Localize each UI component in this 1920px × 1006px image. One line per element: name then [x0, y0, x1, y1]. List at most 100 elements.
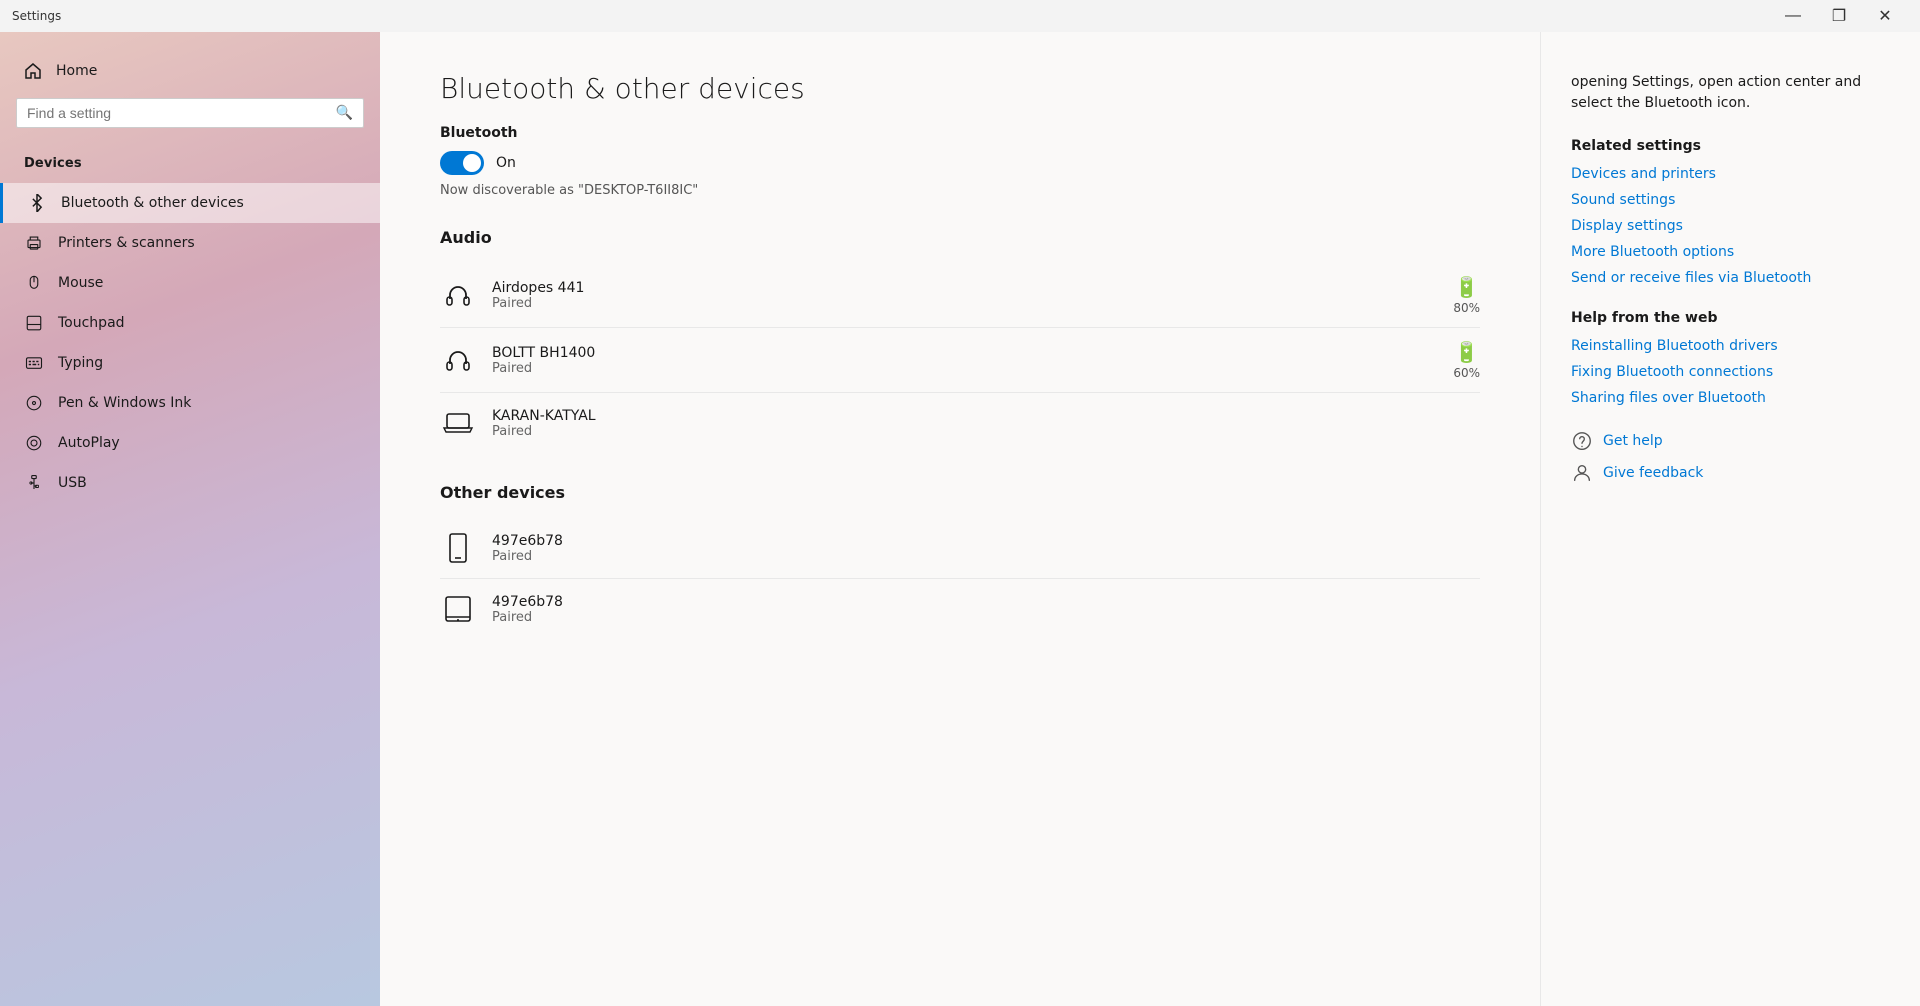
- feedback-row[interactable]: Give feedback: [1571, 462, 1890, 484]
- device-karan[interactable]: KARAN-KATYAL Paired: [440, 393, 1480, 453]
- device-info-karan: KARAN-KATYAL Paired: [492, 408, 1480, 439]
- device-info-497-1: 497e6b78 Paired: [492, 533, 1480, 564]
- home-label: Home: [56, 63, 97, 79]
- sidebar-item-usb[interactable]: USB: [0, 463, 380, 503]
- link-send-receive[interactable]: Send or receive files via Bluetooth: [1571, 270, 1890, 286]
- sidebar-label-autoplay: AutoPlay: [58, 435, 120, 451]
- maximize-button[interactable]: ❐: [1816, 0, 1862, 32]
- battery-pct-airdopes: 80%: [1453, 301, 1480, 315]
- get-help-label[interactable]: Get help: [1603, 433, 1663, 449]
- help-actions: Get help Give feedback: [1571, 430, 1890, 484]
- title-bar: Settings — ❐ ✕: [0, 0, 1920, 32]
- sidebar-label-usb: USB: [58, 475, 87, 491]
- discoverable-text: Now discoverable as "DESKTOP-T6II8IC": [440, 183, 1480, 198]
- device-name-airdopes: Airdopes 441: [492, 280, 1437, 296]
- battery-icon-airdopes: 🔋: [1454, 275, 1479, 299]
- sidebar-item-autoplay[interactable]: AutoPlay: [0, 423, 380, 463]
- related-settings-title: Related settings: [1571, 138, 1890, 154]
- page-title: Bluetooth & other devices: [440, 72, 1480, 105]
- headphones-icon-2: [440, 342, 476, 378]
- device-status-airdopes: Paired: [492, 296, 1437, 311]
- bluetooth-label: Bluetooth: [440, 125, 1480, 141]
- autoplay-icon: [24, 433, 44, 453]
- device-497-1[interactable]: 497e6b78 Paired: [440, 518, 1480, 579]
- feedback-label[interactable]: Give feedback: [1603, 465, 1703, 481]
- main-content: Bluetooth & other devices Bluetooth On N…: [380, 32, 1540, 1006]
- link-reinstall[interactable]: Reinstalling Bluetooth drivers: [1571, 338, 1890, 354]
- device-status-497-1: Paired: [492, 549, 1480, 564]
- link-more-bt[interactable]: More Bluetooth options: [1571, 244, 1890, 260]
- toggle-row: On: [440, 151, 1480, 175]
- feedback-icon: [1571, 462, 1593, 484]
- get-help-icon: [1571, 430, 1593, 452]
- sidebar-label-mouse: Mouse: [58, 275, 103, 291]
- audio-section: Audio Airdopes 441 Paired 🔋 80%: [440, 228, 1480, 453]
- search-icon: 🔍: [336, 105, 353, 121]
- audio-section-heading: Audio: [440, 228, 1480, 247]
- app-title: Settings: [12, 9, 61, 23]
- device-name-karan: KARAN-KATYAL: [492, 408, 1480, 424]
- app-body: Home 🔍 Devices Bluetooth & other devices: [0, 32, 1920, 1006]
- device-info-boltt: BOLTT BH1400 Paired: [492, 345, 1437, 376]
- help-section-title: Help from the web: [1571, 310, 1890, 326]
- device-name-497-2: 497e6b78: [492, 594, 1480, 610]
- battery-icon-boltt: 🔋: [1454, 340, 1479, 364]
- toggle-state-label: On: [496, 155, 516, 171]
- sidebar-label-typing: Typing: [58, 355, 103, 371]
- sidebar: Home 🔍 Devices Bluetooth & other devices: [0, 32, 380, 1006]
- printer-icon: [24, 233, 44, 253]
- search-input[interactable]: [27, 105, 336, 121]
- battery-boltt: 🔋 60%: [1453, 340, 1480, 380]
- tablet-icon: [440, 591, 476, 627]
- sidebar-label-touchpad: Touchpad: [58, 315, 125, 331]
- device-497-2[interactable]: 497e6b78 Paired: [440, 579, 1480, 639]
- sidebar-item-printers[interactable]: Printers & scanners: [0, 223, 380, 263]
- bluetooth-icon: [27, 193, 47, 213]
- phone-icon: [440, 530, 476, 566]
- sidebar-item-pen[interactable]: Pen & Windows Ink: [0, 383, 380, 423]
- device-name-497-1: 497e6b78: [492, 533, 1480, 549]
- battery-pct-boltt: 60%: [1453, 366, 1480, 380]
- device-status-boltt: Paired: [492, 361, 1437, 376]
- search-box[interactable]: 🔍: [16, 98, 364, 128]
- other-devices-section: Other devices 497e6b78 Paired: [440, 483, 1480, 639]
- bluetooth-section: Bluetooth On Now discoverable as "DESKTO…: [440, 125, 1480, 198]
- sidebar-label-printers: Printers & scanners: [58, 235, 195, 251]
- usb-icon: [24, 473, 44, 493]
- right-panel: opening Settings, open action center and…: [1540, 32, 1920, 1006]
- device-airdopes[interactable]: Airdopes 441 Paired 🔋 80%: [440, 263, 1480, 328]
- headphones-icon-1: [440, 277, 476, 313]
- link-fixing[interactable]: Fixing Bluetooth connections: [1571, 364, 1890, 380]
- device-status-karan: Paired: [492, 424, 1480, 439]
- context-text: opening Settings, open action center and…: [1571, 72, 1890, 114]
- sidebar-item-touchpad[interactable]: Touchpad: [0, 303, 380, 343]
- get-help-row[interactable]: Get help: [1571, 430, 1890, 452]
- device-info-497-2: 497e6b78 Paired: [492, 594, 1480, 625]
- mouse-icon: [24, 273, 44, 293]
- link-sound-settings[interactable]: Sound settings: [1571, 192, 1890, 208]
- sidebar-item-home[interactable]: Home: [0, 52, 380, 90]
- device-info-airdopes: Airdopes 441 Paired: [492, 280, 1437, 311]
- sidebar-section-devices: Devices: [0, 148, 380, 183]
- sidebar-item-typing[interactable]: Typing: [0, 343, 380, 383]
- sidebar-label-bluetooth: Bluetooth & other devices: [61, 195, 244, 211]
- typing-icon: [24, 353, 44, 373]
- device-status-497-2: Paired: [492, 610, 1480, 625]
- home-icon: [24, 62, 42, 80]
- link-devices-printers[interactable]: Devices and printers: [1571, 166, 1890, 182]
- sidebar-label-pen: Pen & Windows Ink: [58, 395, 191, 411]
- link-sharing[interactable]: Sharing files over Bluetooth: [1571, 390, 1890, 406]
- sidebar-item-mouse[interactable]: Mouse: [0, 263, 380, 303]
- battery-airdopes: 🔋 80%: [1453, 275, 1480, 315]
- bluetooth-toggle[interactable]: [440, 151, 484, 175]
- link-display-settings[interactable]: Display settings: [1571, 218, 1890, 234]
- device-name-boltt: BOLTT BH1400: [492, 345, 1437, 361]
- window-controls: — ❐ ✕: [1770, 0, 1908, 32]
- close-button[interactable]: ✕: [1862, 0, 1908, 32]
- minimize-button[interactable]: —: [1770, 0, 1816, 32]
- other-section-heading: Other devices: [440, 483, 1480, 502]
- sidebar-item-bluetooth[interactable]: Bluetooth & other devices: [0, 183, 380, 223]
- device-boltt[interactable]: BOLTT BH1400 Paired 🔋 60%: [440, 328, 1480, 393]
- laptop-icon: [440, 405, 476, 441]
- touchpad-icon: [24, 313, 44, 333]
